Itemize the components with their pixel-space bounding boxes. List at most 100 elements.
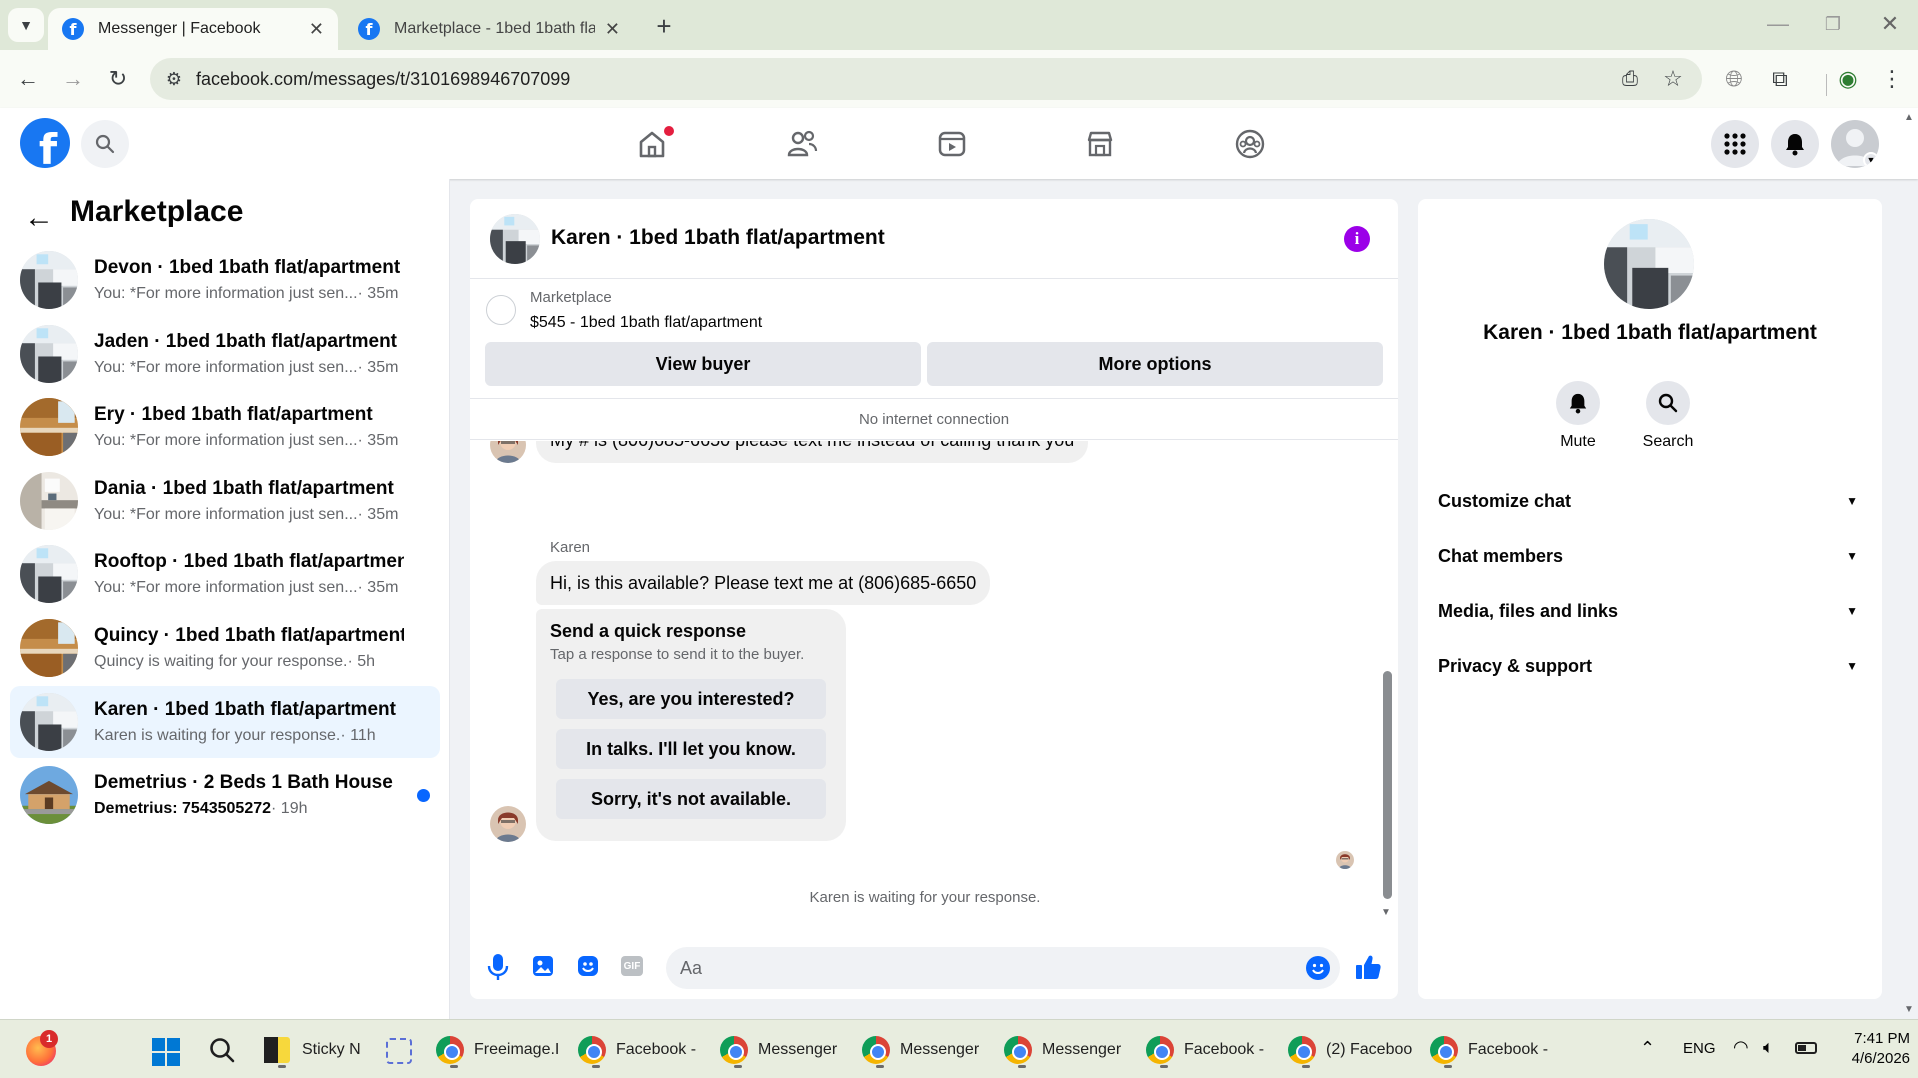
reload-icon[interactable]: ↻	[100, 61, 136, 97]
nav-groups[interactable]	[1220, 122, 1280, 166]
conversation-item[interactable]: Devon · 1bed 1bath flat/apartment You: *F…	[10, 244, 440, 316]
quick-response-button[interactable]: Sorry, it's not available.	[556, 779, 826, 819]
info-section[interactable]: Privacy & support ▼	[1438, 646, 1858, 686]
address-bar[interactable]: ⚙ facebook.com/messages/t/31016989467070…	[150, 58, 1702, 100]
language-indicator[interactable]: ENG	[1683, 1040, 1716, 1057]
conversation-preview: Demetrius: 7543505272	[94, 800, 272, 818]
install-app-icon[interactable]: ⎙	[1612, 61, 1648, 97]
battery-icon[interactable]	[1795, 1042, 1817, 1054]
conversation-item[interactable]: Jaden · 1bed 1bath flat/apartment You: *F…	[10, 318, 440, 390]
taskbar-app[interactable]: Facebook -	[578, 1030, 696, 1070]
search-in-chat-button[interactable]: Search	[1628, 381, 1708, 451]
translate-icon[interactable]: 🌐︎	[1716, 61, 1752, 97]
chat-avatar[interactable]	[490, 214, 540, 264]
view-buyer-button[interactable]: View buyer	[485, 342, 921, 386]
info-section[interactable]: Customize chat ▼	[1438, 481, 1858, 521]
snipping-tool-icon[interactable]	[386, 1038, 412, 1064]
close-tab-icon[interactable]: ✕	[605, 19, 620, 40]
sticker-icon[interactable]	[576, 954, 600, 978]
emoji-icon[interactable]	[1306, 956, 1330, 980]
chrome-icon	[1146, 1036, 1174, 1064]
close-window-button[interactable]: ✕	[1872, 6, 1908, 42]
nav-home[interactable]	[622, 122, 682, 166]
taskbar-app[interactable]: Freeimage.I	[436, 1030, 559, 1070]
message-bubble[interactable]: Hi, is this available? Please text me at…	[536, 561, 991, 605]
tab-marketplace[interactable]: f Marketplace - 1bed 1bath flat/a ✕	[344, 8, 634, 50]
facebook-header: f ▼	[0, 108, 1918, 179]
close-tab-icon[interactable]: ✕	[309, 19, 324, 40]
page-scroll-up-icon[interactable]: ▲	[1904, 112, 1914, 123]
info-section[interactable]: Media, files and links ▼	[1438, 591, 1858, 631]
back-icon[interactable]: ←	[10, 61, 46, 97]
restore-window-button[interactable]: ❐	[1815, 6, 1851, 42]
mute-button[interactable]: Mute	[1538, 381, 1618, 451]
volume-icon[interactable]: 🔈︎	[1763, 1037, 1774, 1058]
taskbar-search-icon[interactable]	[208, 1036, 236, 1064]
site-info-icon[interactable]: ⚙	[156, 61, 192, 97]
nav-video[interactable]	[922, 122, 982, 166]
taskbar-app[interactable]: Messenger	[862, 1030, 979, 1070]
wifi-icon[interactable]: ◠	[1733, 1037, 1749, 1058]
account-avatar[interactable]: ▼	[1831, 120, 1879, 168]
info-section[interactable]: Chat members ▼	[1438, 536, 1858, 576]
scrollbar[interactable]: ▼	[1380, 441, 1394, 921]
conversation-thumbnail	[20, 324, 78, 383]
search-icon	[1646, 381, 1690, 425]
quick-response-button[interactable]: In talks. I'll let you know.	[556, 729, 826, 769]
clock[interactable]: 7:41 PM 4/6/2026	[1828, 1029, 1910, 1069]
taskbar-app-label: Facebook -	[1468, 1041, 1549, 1058]
chat-title[interactable]: Karen · 1bed 1bath flat/apartment	[551, 226, 885, 250]
notifications-button[interactable]	[1771, 120, 1819, 168]
facebook-logo[interactable]: f	[20, 118, 70, 168]
photo-icon[interactable]	[531, 954, 555, 978]
conversation-item[interactable]: Rooftop · 1bed 1bath flat/apartment You: …	[10, 538, 440, 610]
scroll-down-arrow-icon[interactable]: ▼	[1381, 907, 1391, 918]
taskbar-app[interactable]: Facebook -	[1146, 1030, 1264, 1070]
profile-icon[interactable]: ◉	[1830, 61, 1866, 97]
chevron-down-icon: ▼	[1846, 549, 1858, 563]
bookmark-star-icon[interactable]: ☆	[1655, 61, 1691, 97]
nav-friends[interactable]	[772, 122, 832, 166]
taskbar-app[interactable]: Facebook -	[1430, 1030, 1548, 1070]
gif-icon[interactable]: GIF	[621, 956, 643, 976]
sender-avatar[interactable]	[490, 806, 526, 842]
conversation-item[interactable]: Karen · 1bed 1bath flat/apartment Karen i…	[10, 685, 440, 758]
message-bubble[interactable]: My # is (806)685-6650 please text me ins…	[536, 441, 1089, 463]
info-icon[interactable]: i	[1344, 226, 1370, 252]
taskbar-app[interactable]: Messenger	[720, 1030, 837, 1070]
new-tab-button[interactable]: +	[646, 8, 682, 44]
menu-button[interactable]	[1711, 120, 1759, 168]
like-icon[interactable]	[1354, 953, 1382, 981]
conversation-item[interactable]: Demetrius · 2 Beds 1 Bath House Demetrius…	[10, 759, 440, 831]
extensions-icon[interactable]: ⧉	[1762, 61, 1798, 97]
conversation-item[interactable]: Quincy · 1bed 1bath flat/apartment Quincy…	[10, 612, 440, 684]
facebook-favicon-icon: f	[62, 18, 84, 40]
tab-messenger[interactable]: f Messenger | Facebook ✕	[48, 8, 338, 50]
conversation-item[interactable]: Ery · 1bed 1bath flat/apartment You: *For…	[10, 391, 440, 463]
tray-chevron-icon[interactable]: ⌃	[1640, 1038, 1655, 1059]
taskbar-app[interactable]: (2) Faceboo	[1288, 1030, 1412, 1070]
more-options-button[interactable]: More options	[927, 342, 1383, 386]
back-arrow-icon[interactable]: ←	[24, 201, 54, 235]
windows-start-icon[interactable]	[152, 1038, 180, 1066]
tab-search-icon[interactable]: ▼	[8, 8, 44, 42]
search-button[interactable]	[81, 120, 129, 168]
menu-icon[interactable]: ⋮	[1874, 61, 1910, 97]
sender-avatar[interactable]	[490, 441, 526, 463]
page-scroll-down-icon[interactable]: ▼	[1904, 1004, 1914, 1015]
taskbar-app[interactable]: Messenger	[1004, 1030, 1121, 1070]
account-chevron-icon[interactable]: ▼	[1863, 152, 1879, 168]
message-input[interactable]: Aa	[666, 947, 1340, 989]
conversation-item[interactable]: Dania · 1bed 1bath flat/apartment You: *F…	[10, 465, 440, 537]
forward-icon[interactable]: →	[55, 61, 91, 97]
taskbar-app[interactable]: Sticky N	[264, 1030, 361, 1070]
running-indicator	[1444, 1065, 1452, 1068]
quick-response-button[interactable]: Yes, are you interested?	[556, 679, 826, 719]
nav-marketplace[interactable]	[1070, 122, 1130, 166]
firefox-icon[interactable]: 1	[26, 1030, 58, 1066]
microphone-icon[interactable]	[486, 952, 512, 982]
info-avatar[interactable]	[1604, 219, 1694, 309]
minimize-window-button[interactable]: —	[1760, 6, 1796, 42]
listing-detail[interactable]: $545 - 1bed 1bath flat/apartment	[530, 314, 762, 332]
scrollbar-thumb[interactable]	[1383, 671, 1392, 899]
